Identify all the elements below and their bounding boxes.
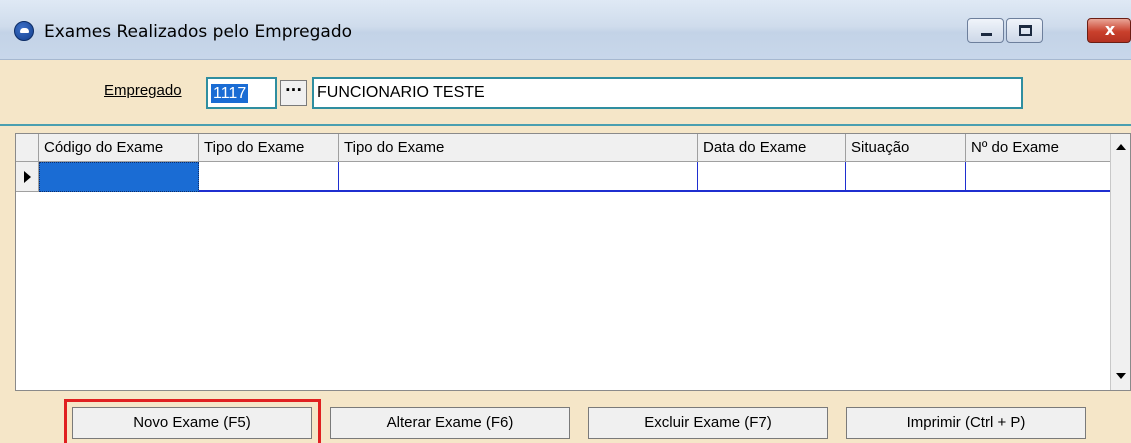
close-icon: x (1104, 20, 1116, 39)
table-cell-tipo[interactable] (199, 162, 339, 192)
column-header-numero[interactable]: Nº do Exame (966, 134, 1112, 162)
scroll-down-icon[interactable] (1116, 373, 1126, 379)
close-button[interactable]: x (1087, 18, 1131, 43)
highlight-box (64, 399, 321, 443)
row-indicator-icon (16, 162, 39, 192)
empregado-code-value: 1117 (211, 84, 249, 103)
minimize-icon (981, 33, 992, 36)
empregado-label: Empregado (104, 82, 182, 99)
exams-grid[interactable]: Código do Exame Tipo do Exame Tipo do Ex… (15, 133, 1131, 391)
window-title: Exames Realizados pelo Empregado (44, 22, 353, 42)
imprimir-button[interactable]: Imprimir (Ctrl + P) (846, 407, 1086, 439)
scroll-up-icon[interactable] (1116, 144, 1126, 150)
title-bar: Exames Realizados pelo Empregado x (0, 0, 1131, 60)
separator (0, 124, 1131, 126)
table-cell-data[interactable] (698, 162, 846, 192)
column-header-data[interactable]: Data do Exame (698, 134, 846, 162)
table-cell-numero[interactable] (966, 162, 1112, 192)
column-header-situacao[interactable]: Situação (846, 134, 966, 162)
app-icon (14, 21, 34, 41)
minimize-button[interactable] (967, 18, 1004, 43)
empregado-name-field[interactable]: FUNCIONARIO TESTE (312, 77, 1023, 109)
grid-corner-header (16, 134, 39, 162)
column-header-tipo[interactable]: Tipo do Exame (199, 134, 339, 162)
empregado-code-input[interactable]: 1117 (206, 77, 277, 109)
column-header-tipo-descricao[interactable]: Tipo do Exame (339, 134, 698, 162)
table-cell-tipo-descricao[interactable] (339, 162, 698, 192)
lookup-button[interactable]: ··· (280, 80, 307, 106)
excluir-exame-button[interactable]: Excluir Exame (F7) (588, 407, 828, 439)
maximize-button[interactable] (1006, 18, 1043, 43)
maximize-icon (1019, 25, 1032, 36)
alterar-exame-button[interactable]: Alterar Exame (F6) (330, 407, 570, 439)
table-cell-situacao[interactable] (846, 162, 966, 192)
column-header-codigo[interactable]: Código do Exame (39, 134, 199, 162)
vertical-scrollbar[interactable] (1110, 134, 1130, 390)
table-cell-codigo[interactable] (39, 162, 199, 192)
